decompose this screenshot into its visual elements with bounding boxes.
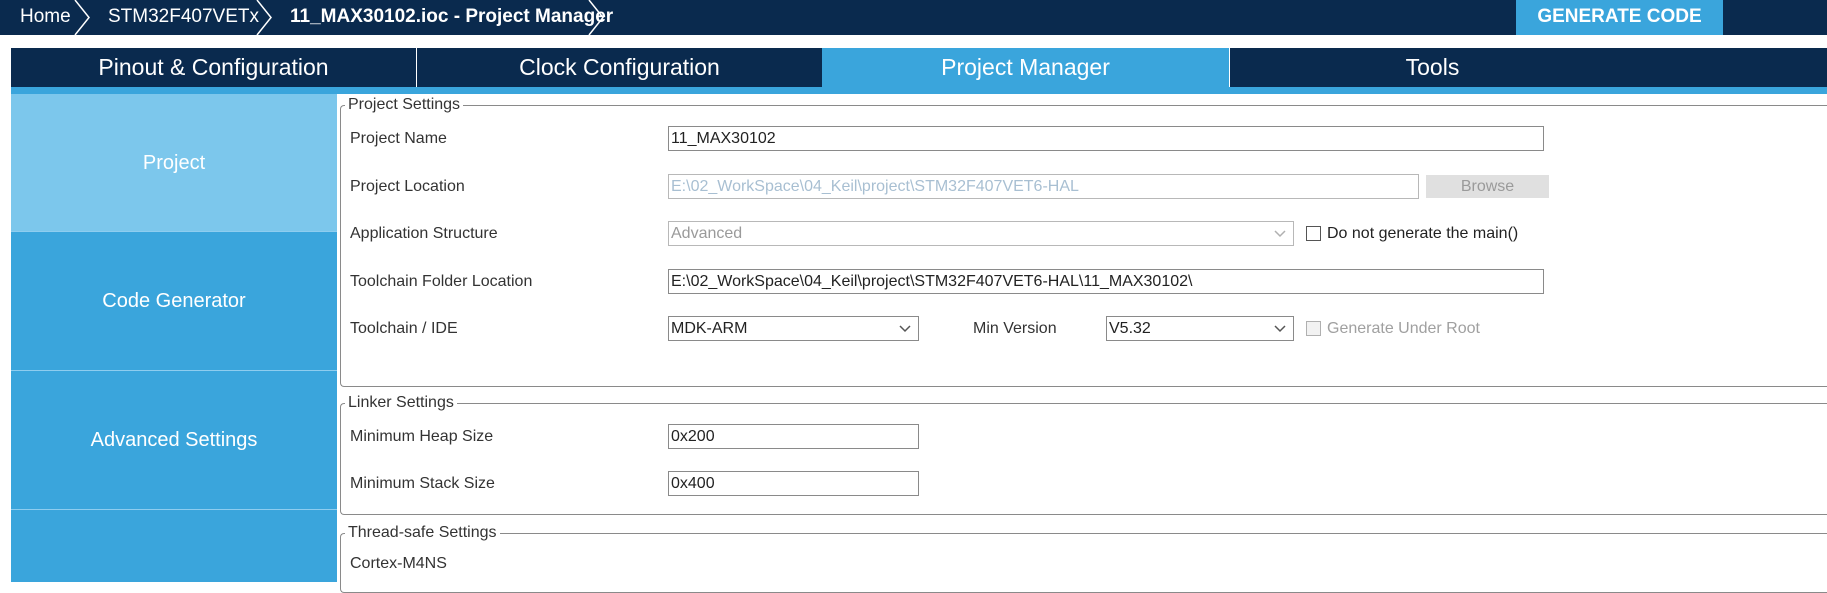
browse-button: Browse [1426, 175, 1549, 198]
toolchain-folder-label: Toolchain Folder Location [350, 273, 533, 290]
min-version-label: Min Version [973, 320, 1057, 337]
chevron-down-icon [1274, 325, 1286, 333]
stack-size-input[interactable]: 0x400 [668, 471, 919, 496]
project-name-input[interactable]: 11_MAX30102 [668, 126, 1544, 151]
tab-tools[interactable]: Tools [1230, 48, 1635, 87]
stack-size-label: Minimum Stack Size [350, 475, 495, 492]
min-version-select[interactable]: V5.32 [1106, 316, 1294, 341]
linker-settings-legend: Linker Settings [345, 394, 457, 412]
heap-size-input[interactable]: 0x200 [668, 424, 919, 449]
project-settings-legend: Project Settings [345, 96, 464, 114]
cortex-core-label: Cortex-M4NS [350, 555, 447, 572]
breadcrumb-home[interactable]: Home [20, 0, 71, 35]
breadcrumb-project[interactable]: 11_MAX30102.ioc - Project Manager [290, 0, 613, 35]
project-location-label: Project Location [350, 178, 465, 195]
heap-size-label: Minimum Heap Size [350, 428, 494, 445]
thread-safe-settings-legend: Thread-safe Settings [345, 524, 500, 542]
toolchain-ide-value: MDK-ARM [671, 320, 748, 337]
chevron-right-icon [256, 0, 272, 35]
sidebar-item-advanced-settings[interactable]: Advanced Settings [11, 371, 337, 510]
project-location-input: E:\02_WorkSpace\04_Keil\project\STM32F40… [668, 174, 1419, 199]
tab-clock-configuration[interactable]: Clock Configuration [417, 48, 822, 87]
application-structure-label: Application Structure [350, 225, 498, 242]
generate-under-root-label: Generate Under Root [1327, 320, 1480, 337]
tab-project-manager[interactable]: Project Manager [822, 48, 1229, 87]
generate-code-button[interactable]: GENERATE CODE [1516, 0, 1723, 35]
breadcrumb: Home STM32F407VETx 11_MAX30102.ioc - Pro… [0, 0, 1827, 35]
chevron-right-icon [74, 0, 90, 35]
breadcrumb-chip[interactable]: STM32F407VETx [108, 0, 259, 35]
chevron-down-icon [1274, 230, 1286, 238]
toolchain-ide-select[interactable]: MDK-ARM [668, 316, 919, 341]
sidebar: Project Code Generator Advanced Settings [11, 94, 337, 582]
toolchain-ide-label: Toolchain / IDE [350, 320, 458, 337]
generate-under-root-checkbox [1306, 321, 1321, 336]
application-structure-select: Advanced [668, 221, 1294, 246]
toolchain-folder-input[interactable]: E:\02_WorkSpace\04_Keil\project\STM32F40… [668, 269, 1544, 294]
linker-settings-group [340, 403, 1827, 515]
chevron-down-icon [899, 325, 911, 333]
thread-safe-settings-group [340, 533, 1827, 593]
min-version-value: V5.32 [1109, 320, 1151, 337]
chevron-right-icon [588, 0, 604, 35]
sidebar-item-project[interactable]: Project [11, 94, 337, 232]
do-not-generate-main-label: Do not generate the main() [1327, 225, 1519, 242]
tab-pinout-configuration[interactable]: Pinout & Configuration [11, 48, 416, 87]
application-structure-value: Advanced [671, 225, 743, 242]
sidebar-item-code-generator[interactable]: Code Generator [11, 232, 337, 371]
do-not-generate-main-checkbox[interactable] [1306, 226, 1321, 241]
project-name-label: Project Name [350, 130, 447, 147]
tabs-underline [11, 87, 1827, 94]
main-tabs: Pinout & Configuration Clock Configurati… [11, 48, 1827, 87]
